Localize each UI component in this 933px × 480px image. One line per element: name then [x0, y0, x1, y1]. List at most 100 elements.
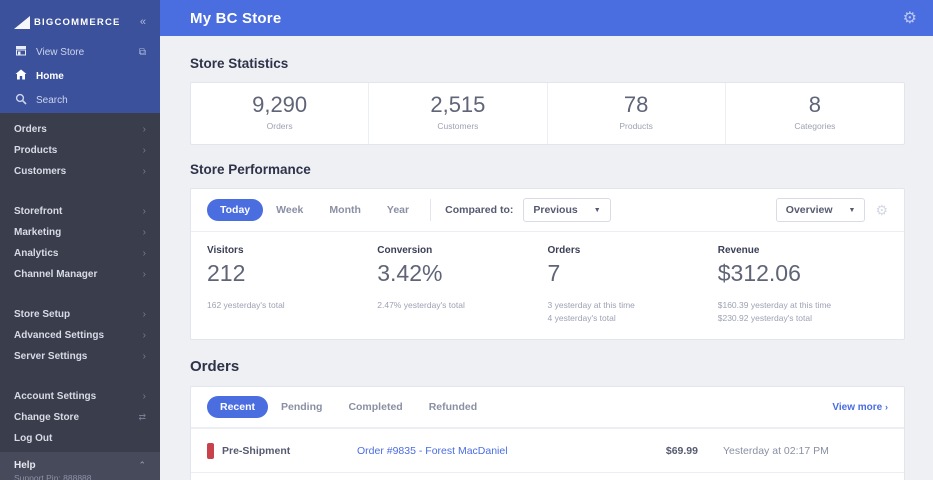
- tab-refunded[interactable]: Refunded: [416, 396, 490, 418]
- sidebar-item-store-setup[interactable]: Store Setup ›: [0, 304, 160, 325]
- sidebar-item-change-store[interactable]: Change Store ⇄: [0, 407, 160, 428]
- logo-sail-icon: [14, 15, 30, 29]
- metric-visitors: Visitors 212 162 yesterday's total: [207, 245, 377, 325]
- view-more-link[interactable]: View more ›: [832, 402, 888, 413]
- store-statistics-title: Store Statistics: [190, 56, 289, 71]
- stat-orders: 9,290 Orders: [191, 83, 370, 144]
- metric-revenue: Revenue $312.06 $160.39 yesterday at thi…: [718, 245, 888, 325]
- chevron-right-icon: ›: [142, 248, 146, 259]
- order-link[interactable]: Order #9835 - Forest MacDaniel: [357, 445, 618, 457]
- sidebar-item-label: Log Out: [14, 433, 53, 444]
- sidebar-item-orders[interactable]: Orders ›: [0, 119, 160, 140]
- sidebar-item-advanced-settings[interactable]: Advanced Settings ›: [0, 325, 160, 346]
- metric-sub: 2.47% yesterday's total: [377, 300, 465, 310]
- sidebar-item-home[interactable]: Home: [0, 64, 160, 88]
- status-badge: [207, 442, 214, 459]
- bigcommerce-logo[interactable]: BIGCOMMERCE: [14, 15, 121, 29]
- sidebar-item-label: Analytics: [14, 248, 59, 259]
- chevron-right-icon: ›: [142, 166, 146, 177]
- tab-completed[interactable]: Completed: [335, 396, 415, 418]
- sidebar-item-channel-manager[interactable]: Channel Manager ›: [0, 264, 160, 285]
- sidebar-item-label: Server Settings: [14, 351, 88, 362]
- chevron-right-icon: ›: [142, 269, 146, 280]
- metric-value: 3.42%: [377, 260, 443, 286]
- performance-toolbar: Today Week Month Year Compared to: Previ…: [191, 189, 904, 232]
- orders-card: Recent Pending Completed Refunded View m…: [190, 386, 905, 480]
- caret-down-icon: ▼: [593, 206, 601, 214]
- metric-label: Revenue: [717, 245, 760, 256]
- chevron-right-icon: ›: [142, 227, 146, 238]
- home-icon: [14, 69, 27, 83]
- stat-label: Orders: [266, 121, 293, 131]
- toolbar-divider: [430, 199, 432, 221]
- sidebar-nav-group-account: Account Settings › Change Store ⇄ Log Ou…: [0, 380, 160, 455]
- sidebar-item-label: Store Setup: [14, 309, 71, 320]
- chevron-right-icon: ›: [142, 145, 146, 156]
- help-section[interactable]: Help ⌃ Support Pin: 888888: [0, 452, 160, 480]
- metric-sub: $160.39 yesterday at this time: [717, 300, 832, 310]
- sidebar-item-label: Marketing: [14, 227, 62, 238]
- sidebar-item-view-store[interactable]: View Store ⧉: [0, 40, 160, 64]
- caret-down-icon: ▼: [848, 206, 856, 214]
- chevron-right-icon: ›: [142, 124, 146, 135]
- view-more-label: View more: [832, 401, 883, 413]
- sidebar-item-analytics[interactable]: Analytics ›: [0, 243, 160, 264]
- performance-settings-gear-icon[interactable]: ⚙: [875, 202, 888, 219]
- table-row[interactable]: Pre-Shipment Order #9834 - Tacitus Cornb…: [191, 472, 904, 480]
- metric-sub: $230.92 yesterday's total: [717, 313, 812, 323]
- storefront-icon: [14, 45, 27, 59]
- external-link-icon: ⧉: [138, 46, 146, 58]
- swap-arrows-icon: ⇄: [138, 412, 146, 422]
- settings-gear-icon[interactable]: ⚙: [903, 8, 917, 28]
- sidebar-item-server-settings[interactable]: Server Settings ›: [0, 346, 160, 367]
- help-label: Help: [14, 460, 36, 471]
- metric-label: Conversion: [377, 245, 433, 256]
- table-row[interactable]: Pre-Shipment Order #9835 - Forest MacDan…: [191, 428, 904, 472]
- sidebar-item-products[interactable]: Products ›: [0, 140, 160, 161]
- compared-to-label: Compared to:: [445, 204, 514, 216]
- sidebar-item-log-out[interactable]: Log Out: [0, 428, 160, 449]
- sidebar-item-label: Account Settings: [14, 391, 97, 402]
- overview-value: Overview: [785, 204, 833, 216]
- stat-value: 9,290: [252, 92, 308, 117]
- collapse-sidebar-icon[interactable]: «: [140, 16, 146, 28]
- chevron-right-icon: ›: [142, 391, 146, 402]
- sidebar-item-account-settings[interactable]: Account Settings ›: [0, 386, 160, 407]
- order-date: Yesterday at 02:17 PM: [723, 444, 829, 457]
- stat-customers: 2,515 Customers: [369, 83, 548, 144]
- sidebar-item-storefront[interactable]: Storefront ›: [0, 201, 160, 222]
- performance-metrics: Visitors 212 162 yesterday's total Conve…: [191, 232, 904, 325]
- stat-products: 78 Products: [548, 83, 726, 144]
- stat-value: 8: [808, 92, 821, 117]
- sidebar-top-section: BIGCOMMERCE « View Store ⧉ Home Search: [0, 0, 160, 113]
- stat-value: 78: [623, 92, 649, 117]
- metric-value: 7: [547, 260, 561, 286]
- chevron-up-icon: ⌃: [138, 460, 146, 470]
- chevron-right-icon: ›: [142, 206, 146, 217]
- chevron-right-icon: ›: [142, 330, 146, 341]
- store-statistics-card: 9,290 Orders 2,515 Customers 78 Products…: [190, 82, 905, 145]
- tab-month[interactable]: Month: [316, 199, 374, 221]
- sidebar: BIGCOMMERCE « View Store ⧉ Home Search O…: [0, 0, 160, 480]
- compared-to-select[interactable]: Previous ▼: [523, 198, 611, 222]
- search-icon: [14, 93, 27, 108]
- metric-sub: 4 yesterday's total: [547, 313, 616, 323]
- store-title: My BC Store: [190, 9, 282, 27]
- overview-select[interactable]: Overview ▼: [775, 198, 866, 222]
- store-performance-card: Today Week Month Year Compared to: Previ…: [190, 188, 905, 340]
- metric-label: Visitors: [207, 245, 244, 256]
- sidebar-item-customers[interactable]: Customers ›: [0, 161, 160, 182]
- orders-toolbar: Recent Pending Completed Refunded View m…: [191, 387, 904, 428]
- sidebar-item-marketing[interactable]: Marketing ›: [0, 222, 160, 243]
- sidebar-item-search[interactable]: Search: [0, 88, 160, 112]
- metric-label: Orders: [547, 245, 581, 256]
- tab-today[interactable]: Today: [207, 199, 264, 221]
- stat-label: Customers: [437, 121, 479, 131]
- tab-year[interactable]: Year: [374, 199, 422, 221]
- tab-pending[interactable]: Pending: [268, 396, 335, 418]
- chevron-right-icon: ›: [142, 351, 146, 362]
- tab-week[interactable]: Week: [263, 199, 316, 221]
- logo-text: BIGCOMMERCE: [34, 16, 121, 28]
- metric-value: $312.06: [717, 260, 801, 286]
- tab-recent[interactable]: Recent: [207, 396, 269, 418]
